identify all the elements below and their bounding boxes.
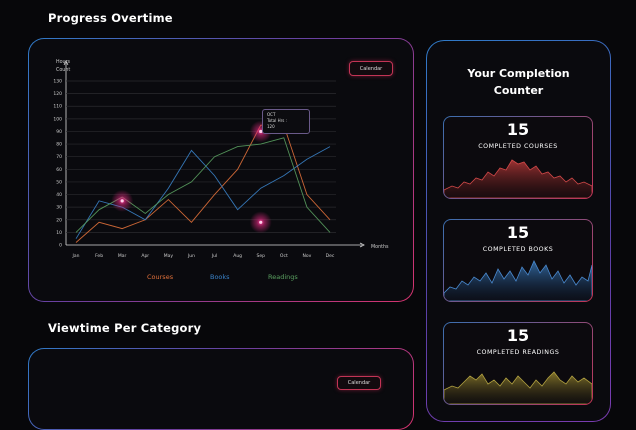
viewtime-chart-panel: Calendar bbox=[28, 348, 414, 430]
completion-counter-panel: Your Completion Counter 15 COMPLETED COU… bbox=[426, 40, 611, 422]
legend-courses: Courses bbox=[147, 273, 174, 281]
courses-sparkline bbox=[444, 159, 592, 198]
progress-section-title: Progress Overtime bbox=[48, 11, 173, 25]
legend-books: Books bbox=[210, 273, 230, 281]
chart-tooltip: OCT Total Hrs : 120 bbox=[262, 109, 310, 134]
counter-title: Your Completion Counter bbox=[427, 65, 610, 99]
counter-title-line2: Counter bbox=[493, 84, 544, 97]
books-sparkline bbox=[444, 260, 592, 301]
legend-readings: Readings bbox=[268, 273, 298, 281]
courses-count: 15 bbox=[506, 120, 530, 139]
counter-title-line1: Your Completion bbox=[467, 67, 570, 80]
books-card: 15 COMPLETED BOOKS bbox=[443, 219, 593, 302]
books-count: 15 bbox=[506, 223, 530, 242]
readings-sparkline bbox=[444, 371, 592, 404]
tooltip-month: OCT bbox=[267, 112, 276, 117]
courses-card: 15 COMPLETED COURSES bbox=[443, 116, 593, 199]
viewtime-section-title: Viewtime Per Category bbox=[48, 321, 202, 335]
viewtime-calendar-button[interactable]: Calendar bbox=[337, 376, 381, 390]
tooltip-total-value: 120 bbox=[267, 124, 275, 129]
progress-calendar-button[interactable]: Calendar bbox=[349, 61, 393, 76]
readings-card: 15 COMPLETED READINGS bbox=[443, 322, 593, 405]
readings-count: 15 bbox=[506, 326, 530, 345]
progress-chart-panel: Calendar bbox=[28, 38, 414, 302]
tooltip-total-label: Total Hrs : bbox=[267, 118, 287, 123]
